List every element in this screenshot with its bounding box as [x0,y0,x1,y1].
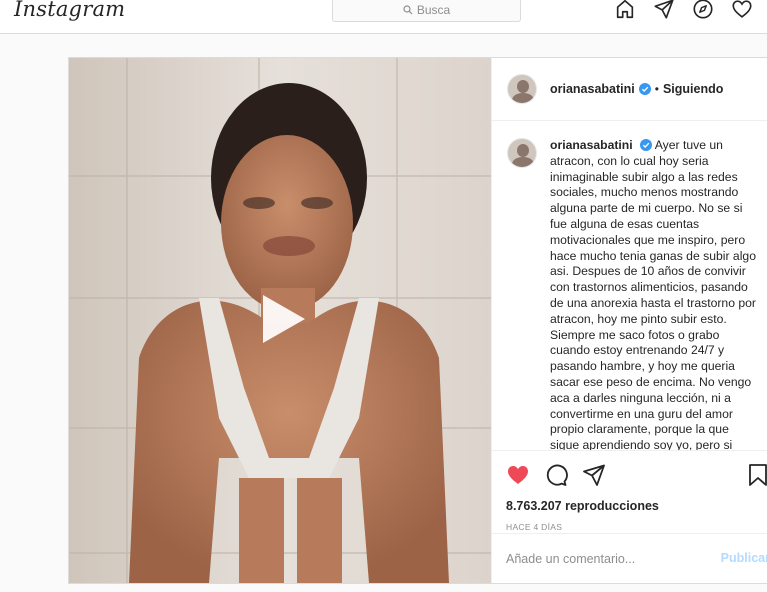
post-caption: orianasabatini Ayer tuve un atracon, con… [492,122,767,450]
like-icon[interactable] [506,463,530,487]
top-navigation-bar: Instagram Busca [0,0,767,34]
bookmark-icon[interactable] [746,463,767,487]
search-icon [403,5,413,15]
post-card: orianasabatini • Siguiendo orianasabatin… [68,57,767,584]
separator-dot: • [654,82,659,96]
comment-input[interactable] [506,551,706,566]
instagram-logo[interactable]: Instagram [14,0,125,21]
post-author-username[interactable]: orianasabatini [550,82,635,96]
post-actions: 8.763.207 reproducciones HACE 4 DÍAS [492,450,767,532]
search-box[interactable]: Busca [332,0,521,22]
comment-icon[interactable] [544,463,568,487]
verified-badge-icon [640,139,653,151]
share-icon[interactable] [582,463,606,487]
following-button[interactable]: Siguiendo [663,82,723,96]
home-icon[interactable] [614,0,636,20]
post-header: orianasabatini • Siguiendo [492,58,767,121]
caption-text: Ayer tuve un atracon, con lo cual hoy se… [550,138,756,450]
post-video[interactable] [69,58,491,583]
direct-icon[interactable] [653,0,675,20]
avatar[interactable] [507,74,537,104]
caption-avatar[interactable] [507,138,537,168]
view-count[interactable]: 8.763.207 reproducciones [506,499,767,513]
comment-bar: Publicar [492,533,767,583]
verified-badge-icon [638,83,651,95]
post-date[interactable]: HACE 4 DÍAS [506,522,767,532]
caption-username[interactable]: orianasabatini [550,138,633,152]
activity-icon[interactable] [731,0,753,20]
caption-text-block: orianasabatini Ayer tuve un atracon, con… [550,138,760,450]
search-placeholder: Busca [416,3,451,17]
explore-icon[interactable] [692,0,714,20]
play-icon[interactable] [253,290,311,348]
post-sidebar: orianasabatini • Siguiendo orianasabatin… [491,58,767,583]
nav-icons [614,0,753,20]
publish-button[interactable]: Publicar [721,551,767,565]
